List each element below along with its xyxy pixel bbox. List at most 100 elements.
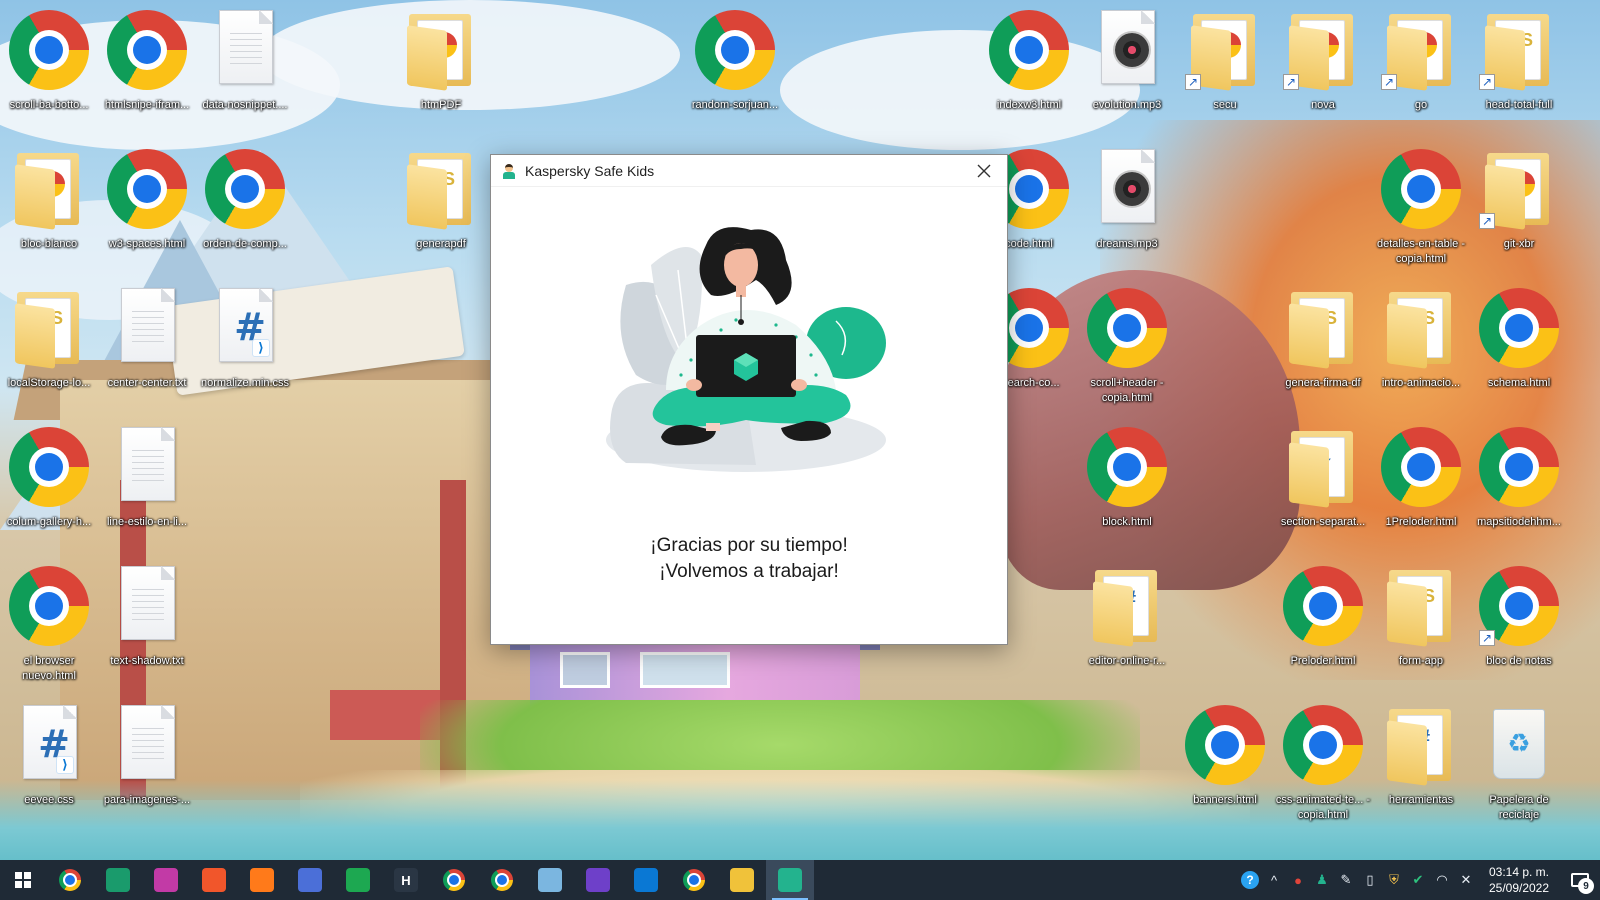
taskbar-chrome[interactable] xyxy=(430,860,478,900)
desktop-icon[interactable]: ↗ go xyxy=(1372,0,1470,132)
desktop-icon[interactable]: # ⟩ normalize.min.css xyxy=(196,278,294,410)
desktop-icon[interactable]: block.html xyxy=(1078,417,1176,549)
audio-file-icon xyxy=(1101,10,1155,84)
desktop-icon[interactable]: colum-gallery-h... xyxy=(0,417,98,549)
desktop-icon-label: detalles-en-table - copia.html xyxy=(1376,238,1466,265)
desktop-icon[interactable]: ↗ git-xbr xyxy=(1470,139,1568,271)
wifi-icon[interactable]: ◠ xyxy=(1430,860,1454,900)
shortcut-arrow-icon: ↗ xyxy=(1283,74,1299,90)
kaspersky-tray-icon[interactable]: ♟ xyxy=(1310,860,1334,900)
desktop-icon-label: section-separat... xyxy=(1280,516,1366,528)
desktop-icon[interactable]: JSgenera-firma-df xyxy=(1274,278,1372,410)
desktop-icon[interactable]: htmPDF xyxy=(392,0,490,132)
pen-tray-icon[interactable]: ✎ xyxy=(1334,860,1358,900)
desktop-icon[interactable]: ⬇section-separat... xyxy=(1274,417,1372,549)
system-tray: ? ^ ● ♟ ✎ ▯ ⛨ ✔ ◠ ✕ 03:14 p. m. 25/09/20… xyxy=(1238,860,1600,900)
shortcut-arrow-icon: ↗ xyxy=(1479,213,1495,229)
desktop-icon[interactable]: center-center.txt xyxy=(98,278,196,410)
kaspersky-dialog: Kaspersky Safe Kids ¡Gracias por su tiem… xyxy=(490,154,1008,645)
desktop-icon[interactable]: indexw3.html xyxy=(980,0,1078,132)
taskbar-chrome-profile[interactable] xyxy=(478,860,526,900)
help-icon[interactable]: ? xyxy=(1238,860,1262,900)
desktop-icon[interactable]: ↗ secu xyxy=(1176,0,1274,132)
desktop-icon-label: bloc de notas xyxy=(1486,655,1552,667)
text-file-icon xyxy=(121,705,175,779)
taskbar-green-pen[interactable] xyxy=(334,860,382,900)
desktop-icon[interactable]: scroll-ba-botto... xyxy=(0,0,98,132)
taskbar-brave[interactable] xyxy=(190,860,238,900)
taskbar-file-explorer[interactable] xyxy=(718,860,766,900)
desktop-icon[interactable]: css-animated-te... - copia.html xyxy=(1274,695,1372,827)
taskbar-kaspersky-safe-kids[interactable] xyxy=(766,860,814,900)
desktop-icon[interactable]: line-estilo-en-li... xyxy=(98,417,196,549)
desktop-icon[interactable]: text-shadow.txt xyxy=(98,556,196,688)
desktop-icon-label: bloc-blanco xyxy=(20,238,78,250)
desktop-icon[interactable]: w3-spaces.html xyxy=(98,139,196,271)
desktop-icon[interactable]: JS↗head-total-full xyxy=(1470,0,1568,132)
desktop-icon[interactable]: ↗ bloc de notas xyxy=(1470,556,1568,688)
taskbar: H ? ^ ● ♟ ✎ ▯ ⛨ ✔ ◠ ✕ 03:14 p. m. 25/09/… xyxy=(0,860,1600,900)
taskbar-h-app[interactable]: H xyxy=(382,860,430,900)
desktop-icon-label: Papelera de reciclaje xyxy=(1489,794,1549,821)
clock[interactable]: 03:14 p. m. 25/09/2022 xyxy=(1478,864,1560,896)
taskbar-vscode[interactable] xyxy=(622,860,670,900)
taskbar-chrome-multi[interactable] xyxy=(46,860,94,900)
desktop-icon[interactable]: mapsitiodehhm... xyxy=(1470,417,1568,549)
security-check-icon[interactable]: ✔ xyxy=(1406,860,1430,900)
taskbar-blue-app[interactable] xyxy=(286,860,334,900)
desktop-icon[interactable]: JSgenerapdf xyxy=(392,139,490,271)
desktop-icon[interactable]: schema.html xyxy=(1470,278,1568,410)
desktop-icon[interactable]: ↗ nova xyxy=(1274,0,1372,132)
desktop-icon[interactable]: bloc-blanco xyxy=(0,139,98,271)
desktop-icon[interactable]: el browser nuevo.html xyxy=(0,556,98,688)
message-line-2: ¡Volvemos a trabajar! xyxy=(659,561,839,582)
audio-file-icon xyxy=(1101,149,1155,223)
taskbar-chrome-dev[interactable] xyxy=(670,860,718,900)
app-tray-icon-red[interactable]: ● xyxy=(1286,860,1310,900)
text-file-icon xyxy=(121,427,175,501)
desktop-icon-label: orden-de-comp... xyxy=(203,238,287,250)
desktop-icon[interactable]: orden-de-comp... xyxy=(196,139,294,271)
desktop-icon[interactable]: scroll+header - copia.html xyxy=(1078,278,1176,410)
desktop-icon[interactable]: banners.html xyxy=(1176,695,1274,827)
battery-icon[interactable]: ▯ xyxy=(1358,860,1382,900)
desktop-icon[interactable]: ♻ Papelera de reciclaje xyxy=(1470,695,1568,827)
desktop-icon[interactable]: para-imagenes-... xyxy=(98,695,196,827)
dialog-titlebar[interactable]: Kaspersky Safe Kids xyxy=(491,155,1007,187)
close-button[interactable] xyxy=(961,155,1007,187)
desktop-icon[interactable]: random-sorjuan... xyxy=(686,0,784,132)
volume-muted-icon[interactable]: ✕ xyxy=(1454,860,1478,900)
chrome-icon xyxy=(1381,149,1461,229)
chrome-icon xyxy=(1087,288,1167,368)
desktop-icon[interactable]: JSintro-animacio... xyxy=(1372,278,1470,410)
desktop-icon-label: indexw3.html xyxy=(996,99,1062,111)
taskbar-purple-app[interactable] xyxy=(142,860,190,900)
taskbar-green-app[interactable] xyxy=(94,860,142,900)
taskbar-github-desktop[interactable] xyxy=(574,860,622,900)
taskbar-notepad-app[interactable] xyxy=(526,860,574,900)
desktop-icon[interactable]: evolution.mp3 xyxy=(1078,0,1176,132)
desktop-icon[interactable]: Preloder.html xyxy=(1274,556,1372,688)
desktop-icon[interactable]: #herramientas xyxy=(1372,695,1470,827)
notification-center-button[interactable]: 9 xyxy=(1560,860,1600,900)
chrome-icon xyxy=(107,10,187,90)
kaspersky-safe-kids-icon xyxy=(778,868,802,892)
desktop-icon[interactable]: detalles-en-table - copia.html xyxy=(1372,139,1470,271)
desktop-icon[interactable]: JSform-app xyxy=(1372,556,1470,688)
taskbar-firefox[interactable] xyxy=(238,860,286,900)
desktop-icon[interactable]: data-nosnippet.... xyxy=(196,0,294,132)
desktop-icon[interactable]: JSlocalStorage-lo... xyxy=(0,278,98,410)
desktop-icon[interactable]: #editor-online-r... xyxy=(1078,556,1176,688)
text-file-icon xyxy=(121,566,175,640)
desktop-icon[interactable]: 1Preloder.html xyxy=(1372,417,1470,549)
start-button[interactable] xyxy=(0,860,46,900)
h-app-icon: H xyxy=(394,868,418,892)
shield-icon[interactable]: ⛨ xyxy=(1382,860,1406,900)
chevron-up-icon[interactable]: ^ xyxy=(1262,860,1286,900)
recycle-bin-icon: ♻ xyxy=(1493,709,1545,779)
desktop-icon-label: scroll+header - copia.html xyxy=(1090,377,1164,404)
desktop-icon[interactable]: htmlsnipe-ifram... xyxy=(98,0,196,132)
desktop-icon[interactable]: dreams.mp3 xyxy=(1078,139,1176,271)
chrome-icon xyxy=(9,566,89,646)
desktop-icon[interactable]: # ⟩ eevee.css xyxy=(0,695,98,827)
